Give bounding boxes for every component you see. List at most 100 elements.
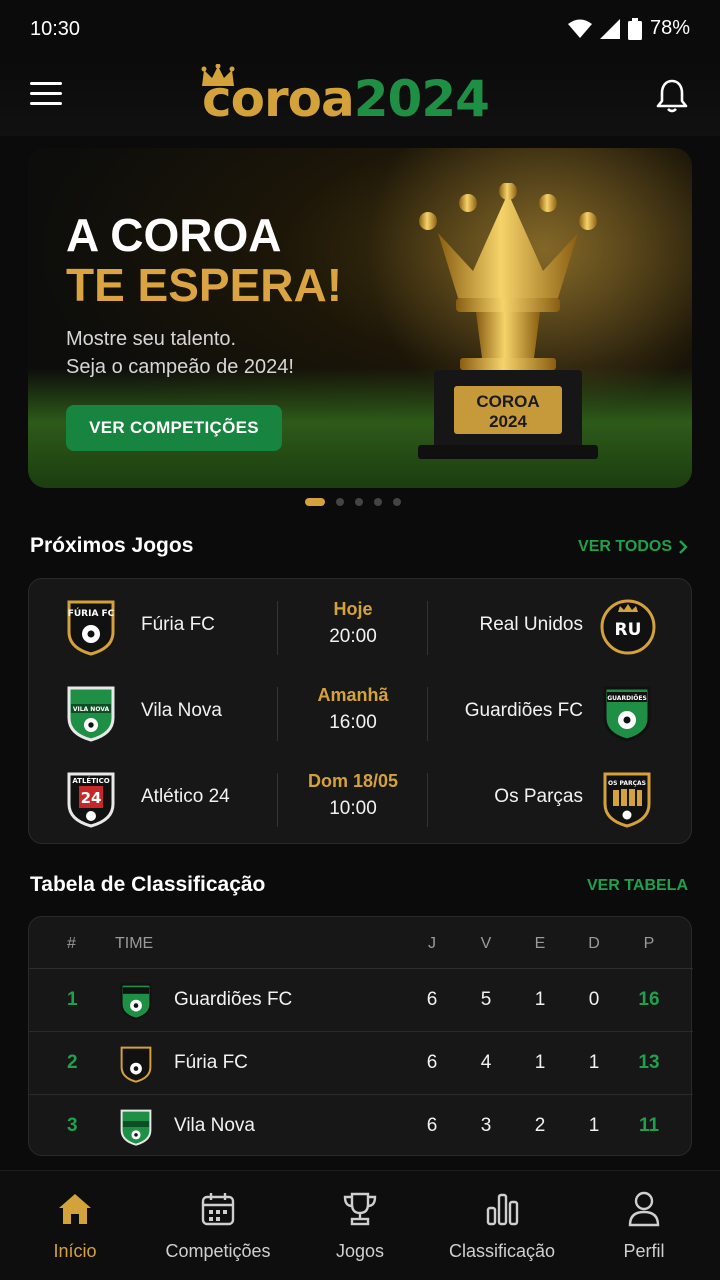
home-icon: [59, 1194, 91, 1224]
guardioes-fc-badge-icon: [120, 983, 152, 1020]
view-all-matches-link[interactable]: VER TODOS: [578, 538, 688, 556]
signal-icon: [599, 18, 620, 39]
nav-label: Classificação: [448, 1241, 556, 1261]
carousel-dot[interactable]: [355, 498, 363, 506]
chevron-right-icon: [679, 540, 688, 554]
away-team-name: Real Unidos: [479, 614, 584, 635]
carousel-indicator[interactable]: [305, 498, 401, 506]
standings-header: # TIME J V E D P: [29, 917, 693, 969]
row-wins: 4: [480, 1052, 492, 1073]
menu-icon: [30, 82, 62, 85]
hero-subtitle-line-1: Mostre seu talento.: [66, 328, 237, 350]
status-bar: 10:30 78%: [0, 0, 720, 60]
away-team-name: Os Parças: [494, 786, 583, 807]
table-row[interactable]: 1 Guardiões FC 6 5 1 0 16: [29, 969, 693, 1032]
bar-chart-icon: [486, 1193, 519, 1226]
row-losses: 1: [588, 1115, 600, 1136]
hero-subtitle-line-2: Seja o campeão de 2024!: [66, 356, 294, 378]
hero-title-line-1: A COROA: [66, 209, 282, 261]
nav-item-matches[interactable]: Jogos: [290, 1189, 430, 1262]
match-hour: 10:00: [329, 798, 377, 819]
app-logo: coroa2024: [200, 64, 520, 128]
battery-percent: 78%: [649, 17, 690, 39]
match-hour: 20:00: [329, 626, 377, 647]
view-table-label: VER TABELA: [586, 877, 688, 894]
furia-fc-badge-icon: [120, 1046, 152, 1083]
view-table-link[interactable]: VER TABELA: [587, 877, 688, 895]
svg-text:RU: RU: [615, 620, 642, 640]
match-time: Amanhã 16:00: [277, 685, 429, 734]
row-points: 16: [638, 989, 660, 1010]
nav-label: Perfil: [623, 1241, 665, 1261]
row-points: 13: [638, 1052, 660, 1073]
row-played: 6: [426, 1115, 438, 1136]
row-team: Fúria FC: [174, 1052, 248, 1073]
row-team: Vila Nova: [174, 1115, 255, 1136]
row-draws: 2: [534, 1115, 546, 1136]
row-draws: 1: [534, 989, 546, 1010]
home-team-name: Fúria FC: [141, 614, 215, 635]
table-row[interactable]: 2 Fúria FC 6 4 1 1 13: [29, 1032, 693, 1095]
svg-text:OS PARÇAS: OS PARÇAS: [608, 780, 646, 787]
view-competitions-button[interactable]: VER COMPETIÇÕES: [66, 405, 282, 451]
svg-text:24: 24: [81, 789, 102, 807]
col-played: J: [428, 935, 436, 952]
logo-word-year: 2024: [353, 70, 490, 128]
match-time: Hoje 20:00: [277, 599, 429, 648]
row-position: 3: [67, 1115, 78, 1136]
match-row[interactable]: FÚRIA FC Fúria FC Hoje 20:00 Real Unidos…: [29, 581, 693, 667]
os-parcas-badge-icon: OS PARÇAS: [603, 772, 651, 828]
user-icon: [628, 1191, 660, 1227]
row-draws: 1: [534, 1052, 546, 1073]
nav-item-profile[interactable]: Perfil: [574, 1189, 714, 1262]
battery-icon: [627, 17, 642, 40]
svg-text:ATLÉTICO: ATLÉTICO: [72, 776, 109, 785]
trophy-plate-line-2: 2024: [489, 412, 527, 431]
table-row[interactable]: 3 Vila Nova 6 3 2 1 11: [29, 1095, 693, 1158]
svg-text:GUARDIÕES: GUARDIÕES: [607, 695, 647, 702]
col-losses: D: [588, 935, 600, 952]
trophy-icon: [343, 1192, 377, 1226]
vila-nova-badge-icon: [120, 1109, 152, 1146]
calendar-icon: [201, 1193, 235, 1226]
menu-button[interactable]: [30, 82, 62, 108]
row-wins: 3: [480, 1115, 492, 1136]
carousel-dot[interactable]: [336, 498, 344, 506]
nav-item-standings[interactable]: Classificação: [432, 1189, 572, 1262]
carousel-dot[interactable]: [374, 498, 382, 506]
upcoming-matches-card: FÚRIA FC Fúria FC Hoje 20:00 Real Unidos…: [28, 578, 692, 844]
furia-fc-badge-icon: FÚRIA FC: [67, 600, 115, 656]
atletico-24-badge-icon: ATLÉTICO 24: [67, 772, 115, 828]
notifications-button[interactable]: [656, 78, 688, 119]
carousel-dot[interactable]: [305, 498, 325, 506]
match-row[interactable]: VILA NOVA Vila Nova Amanhã 16:00 Guardiõ…: [29, 667, 693, 753]
home-team-name: Atlético 24: [141, 786, 230, 807]
standings-title: Tabela de Classificação: [30, 873, 266, 896]
home-team-name: Vila Nova: [141, 700, 222, 721]
row-team: Guardiões FC: [174, 989, 293, 1010]
nav-item-competitions[interactable]: Competições: [148, 1189, 288, 1262]
status-time: 10:30: [30, 18, 81, 40]
match-row[interactable]: ATLÉTICO 24 Atlético 24 Dom 18/05 10:00 …: [29, 753, 693, 839]
svg-text:FÚRIA FC: FÚRIA FC: [68, 607, 115, 619]
row-losses: 0: [588, 989, 600, 1010]
nav-label: Competições: [165, 1241, 271, 1261]
upcoming-matches-title: Próximos Jogos: [30, 534, 194, 557]
svg-text:VILA NOVA: VILA NOVA: [73, 706, 110, 713]
logo-text: coroa2024: [202, 70, 490, 128]
crown-trophy-illustration: COROA 2024: [418, 183, 598, 459]
match-time: Dom 18/05 10:00: [277, 771, 429, 820]
row-wins: 5: [480, 989, 492, 1010]
row-points: 11: [638, 1115, 660, 1136]
carousel-dot[interactable]: [393, 498, 401, 506]
col-draws: E: [534, 935, 546, 952]
row-position: 2: [67, 1052, 78, 1073]
hero-banner[interactable]: A COROA TE ESPERA! Mostre seu talento. S…: [28, 148, 692, 488]
match-hour: 16:00: [329, 712, 377, 733]
col-wins: V: [480, 935, 492, 952]
nav-item-home[interactable]: Início: [5, 1189, 145, 1262]
col-team: TIME: [115, 935, 154, 952]
wifi-icon: [567, 19, 592, 38]
row-losses: 1: [588, 1052, 600, 1073]
col-position: #: [67, 935, 76, 952]
